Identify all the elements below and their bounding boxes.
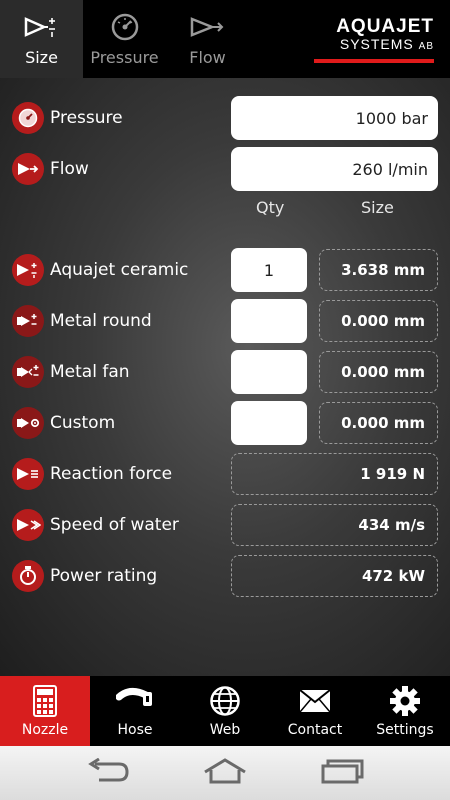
logo-ab: AB bbox=[418, 41, 434, 52]
nav-settings-label: Settings bbox=[376, 722, 434, 738]
pressure-row: Pressure 1000 bar bbox=[0, 96, 450, 140]
nav-hose[interactable]: Hose bbox=[90, 676, 180, 746]
system-nav-bar bbox=[0, 746, 450, 800]
nozzle-label: Metal round bbox=[50, 311, 152, 331]
logo-red-bar bbox=[314, 59, 434, 63]
size-column-header: Size bbox=[361, 198, 394, 217]
flow-input[interactable]: 260 l/min bbox=[231, 147, 438, 191]
aquajet-logo: AQUAJET SYSTEMS AB bbox=[314, 16, 434, 63]
nozzle-row-metal-fan: Metal fan 0.000 mm bbox=[0, 350, 450, 394]
tab-pressure-label: Pressure bbox=[90, 47, 159, 67]
result-row-power-rating: Power rating 472 kW bbox=[0, 554, 450, 598]
nav-nozzle[interactable]: Nozzle bbox=[0, 676, 90, 746]
home-icon[interactable] bbox=[201, 758, 249, 788]
top-tab-bar: Size Pressure Flow AQUAJET SYSTEMS AB bbox=[0, 0, 450, 78]
pressure-gauge-icon bbox=[12, 102, 44, 134]
qty-input-metal-round[interactable] bbox=[231, 299, 307, 343]
globe-icon bbox=[209, 684, 241, 718]
speed-of-water-icon bbox=[12, 509, 44, 541]
nozzle-row-metal-round: Metal round 0.000 mm bbox=[0, 299, 450, 343]
bottom-nav: Nozzle Hose Web Contact Settings bbox=[0, 676, 450, 746]
metal-round-nozzle-icon bbox=[12, 305, 44, 337]
reaction-force-output: 1 919 N bbox=[231, 453, 438, 495]
nav-nozzle-label: Nozzle bbox=[21, 722, 69, 738]
calculator-icon bbox=[33, 684, 57, 718]
flow-icon bbox=[12, 153, 44, 185]
hose-icon bbox=[116, 684, 154, 718]
tab-flow-label: Flow bbox=[189, 47, 226, 67]
power-rating-icon bbox=[12, 560, 44, 592]
tab-size[interactable]: Size bbox=[0, 0, 83, 78]
nav-web[interactable]: Web bbox=[180, 676, 270, 746]
tab-size-label: Size bbox=[25, 47, 58, 67]
nozzle-row-aquajet-ceramic: Aquajet ceramic 1 3.638 mm bbox=[0, 248, 450, 292]
size-output-metal-fan: 0.000 mm bbox=[319, 351, 438, 393]
qty-column-header: Qty bbox=[256, 198, 285, 217]
recent-apps-icon[interactable] bbox=[319, 758, 365, 788]
flow-row: Flow 260 l/min bbox=[0, 147, 450, 191]
nav-settings[interactable]: Settings bbox=[360, 676, 450, 746]
qty-input-metal-fan[interactable] bbox=[231, 350, 307, 394]
main-panel: Pressure 1000 bar Flow 260 l/min Qty Siz… bbox=[0, 78, 450, 676]
tab-pressure[interactable]: Pressure bbox=[83, 0, 166, 78]
gear-icon bbox=[389, 684, 421, 718]
qty-input-aquajet-ceramic[interactable]: 1 bbox=[231, 248, 307, 292]
nozzle-label: Custom bbox=[50, 413, 116, 433]
nav-contact[interactable]: Contact bbox=[270, 676, 360, 746]
custom-nozzle-icon bbox=[12, 407, 44, 439]
result-label: Power rating bbox=[50, 566, 158, 586]
nav-contact-label: Contact bbox=[287, 722, 343, 738]
result-row-speed-of-water: Speed of water 434 m/s bbox=[0, 503, 450, 547]
back-icon[interactable] bbox=[85, 757, 131, 788]
result-label: Reaction force bbox=[50, 464, 173, 484]
pressure-gauge-icon bbox=[105, 12, 145, 42]
result-label: Speed of water bbox=[50, 515, 179, 535]
logo-line1: AQUAJET bbox=[336, 16, 434, 37]
logo-line2: SYSTEMS AB bbox=[314, 36, 434, 55]
logo-systems: SYSTEMS bbox=[339, 36, 414, 52]
envelope-icon bbox=[299, 684, 331, 718]
reaction-force-icon bbox=[12, 458, 44, 490]
metal-fan-nozzle-icon bbox=[12, 356, 44, 388]
speed-of-water-output: 434 m/s bbox=[231, 504, 438, 546]
qty-input-custom[interactable] bbox=[231, 401, 307, 445]
pressure-label: Pressure bbox=[50, 108, 123, 128]
flow-icon bbox=[188, 12, 228, 42]
size-output-custom: 0.000 mm bbox=[319, 402, 438, 444]
result-row-reaction-force: Reaction force 1 919 N bbox=[0, 452, 450, 496]
nav-hose-label: Hose bbox=[117, 722, 153, 738]
nav-web-label: Web bbox=[209, 722, 241, 738]
tab-flow[interactable]: Flow bbox=[166, 0, 249, 78]
nozzle-label: Metal fan bbox=[50, 362, 130, 382]
size-output-metal-round: 0.000 mm bbox=[319, 300, 438, 342]
nozzle-size-icon bbox=[22, 12, 62, 42]
ceramic-nozzle-icon bbox=[12, 254, 44, 286]
power-rating-output: 472 kW bbox=[231, 555, 438, 597]
pressure-input[interactable]: 1000 bar bbox=[231, 96, 438, 140]
flow-label: Flow bbox=[50, 159, 89, 179]
size-output-aquajet-ceramic: 3.638 mm bbox=[319, 249, 438, 291]
nozzle-label: Aquajet ceramic bbox=[50, 260, 189, 280]
nozzle-row-custom: Custom 0.000 mm bbox=[0, 401, 450, 445]
